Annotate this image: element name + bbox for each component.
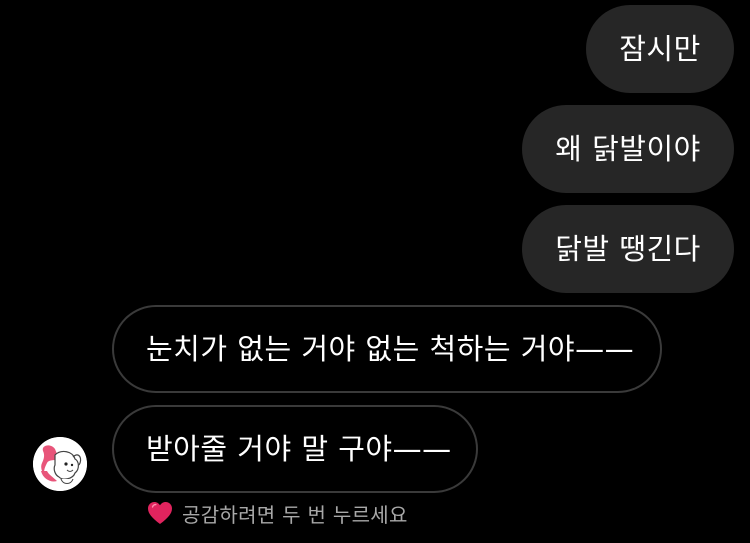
outgoing-message[interactable]: 왜 닭발이야	[522, 105, 734, 193]
outgoing-message[interactable]: 닭발 땡긴다	[522, 205, 734, 293]
sender-avatar[interactable]	[33, 437, 87, 491]
avatar-image	[33, 437, 87, 491]
outgoing-message[interactable]: 잠시만	[586, 5, 734, 93]
reaction-hint-text: 공감하려면 두 번 누르세요	[182, 502, 408, 527]
incoming-message[interactable]: 눈치가 없는 거야 없는 척하는 거야——	[112, 305, 662, 393]
reaction-hint: 공감하려면 두 번 누르세요	[146, 497, 408, 529]
heart-icon[interactable]	[146, 499, 174, 527]
incoming-message[interactable]: 받아줄 거야 말 구야——	[112, 405, 478, 493]
